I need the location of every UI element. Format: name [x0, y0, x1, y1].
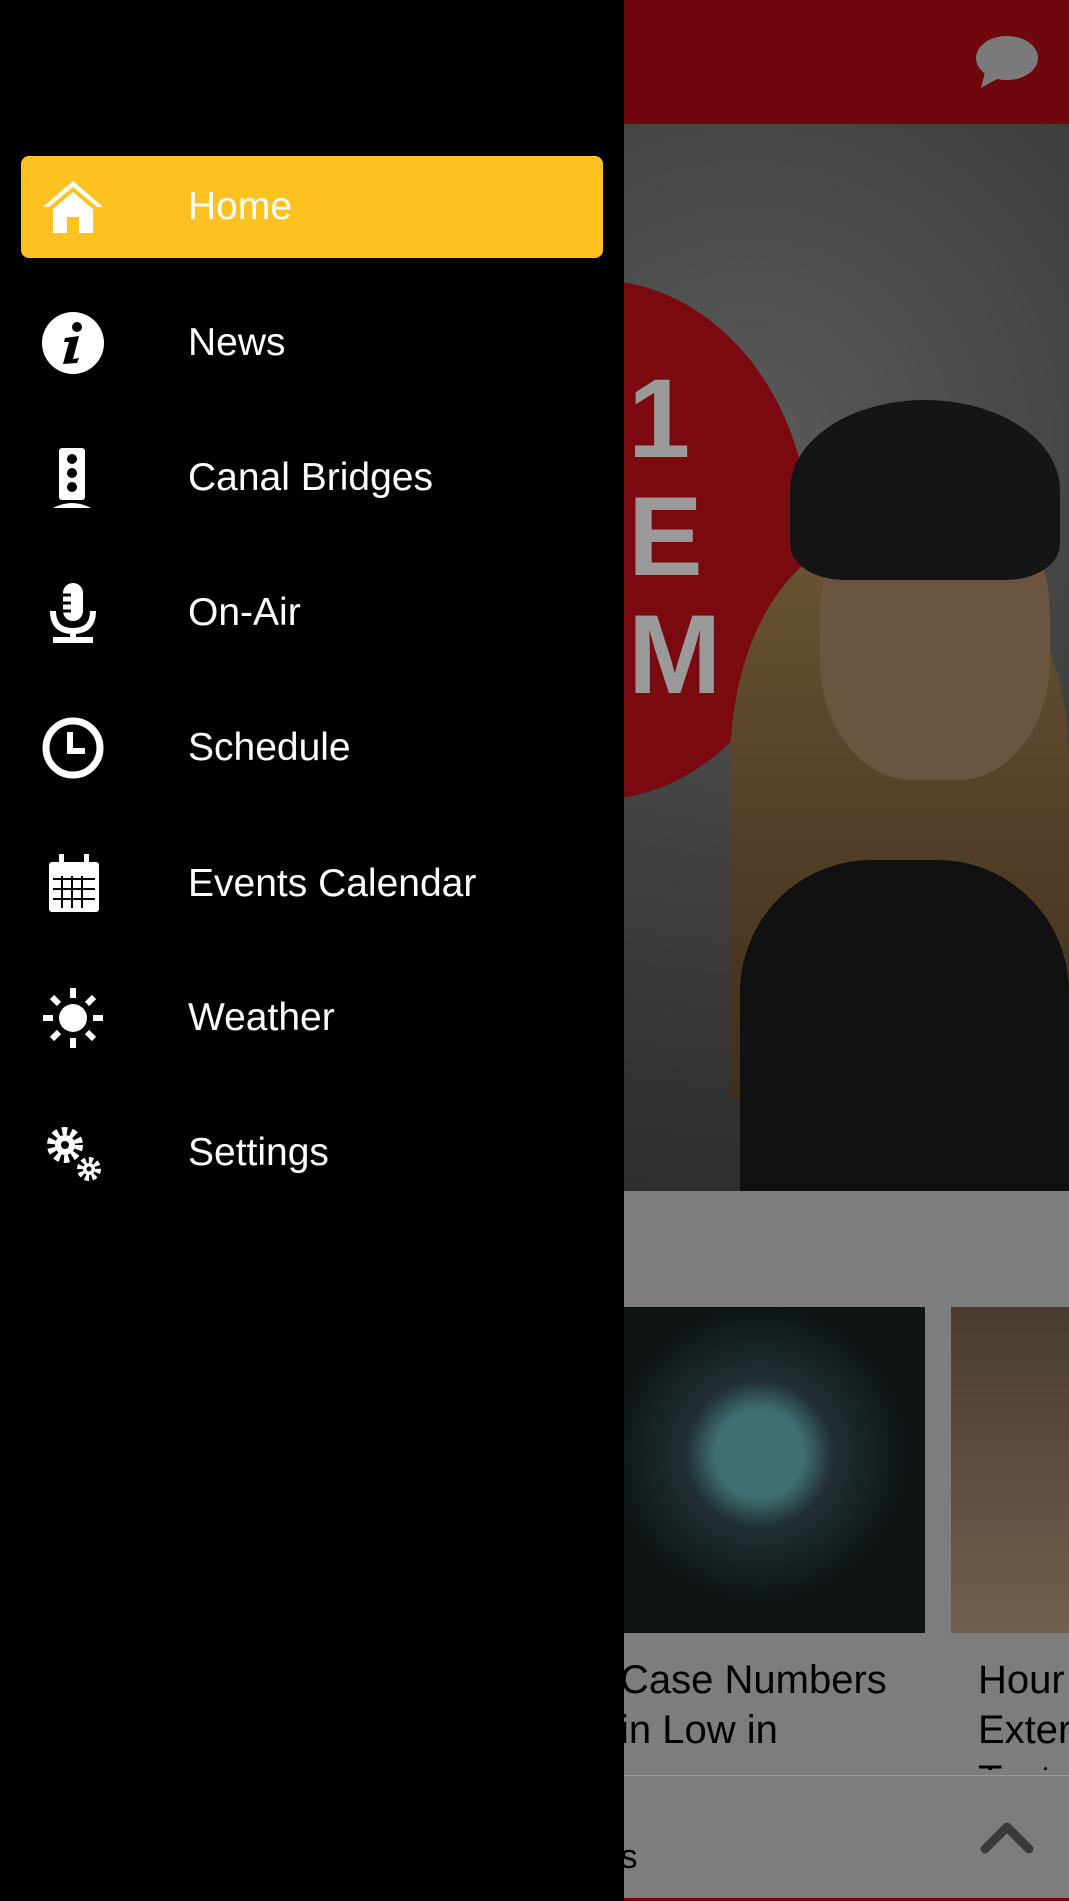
- drawer-item-canal-bridges[interactable]: Canal Bridges: [21, 427, 603, 529]
- sun-icon: [43, 988, 103, 1048]
- drawer-item-label: Weather: [188, 996, 335, 1039]
- drawer-item-settings[interactable]: Settings: [21, 1102, 603, 1204]
- drawer-item-label: News: [188, 321, 286, 364]
- calendar-icon: [49, 854, 99, 912]
- drawer-item-label: On-Air: [188, 591, 301, 634]
- drawer-item-events-calendar[interactable]: Events Calendar: [21, 833, 603, 935]
- traffic-light-icon: [53, 448, 91, 508]
- drawer-item-schedule[interactable]: Schedule: [21, 697, 603, 799]
- chevron-up-icon[interactable]: [980, 1820, 1034, 1854]
- news-card-image[interactable]: [951, 1307, 1069, 1633]
- navigation-drawer: Home News Canal Bridges On-Air Schedule …: [0, 0, 624, 1901]
- news-card-image[interactable]: [624, 1307, 925, 1633]
- drawer-item-home[interactable]: Home: [21, 156, 603, 258]
- drawer-item-label: Events Calendar: [188, 862, 477, 905]
- drawer-item-label: Schedule: [188, 726, 351, 769]
- hero-image-body: [740, 860, 1069, 1191]
- drawer-item-label: Settings: [188, 1131, 329, 1174]
- news-card-title[interactable]: Hour Exter Test: [978, 1655, 1069, 1770]
- drawer-item-weather[interactable]: Weather: [21, 967, 603, 1069]
- drawer-item-label: Home: [188, 185, 293, 228]
- news-card-title[interactable]: Case Numbers in Low in: [620, 1655, 920, 1755]
- chat-bubble-icon[interactable]: [975, 34, 1039, 90]
- drawer-item-on-air[interactable]: On-Air: [21, 562, 603, 664]
- hero-image-hat: [790, 400, 1060, 580]
- gears-icon: [47, 1127, 101, 1181]
- logo-letters: 1 E M: [628, 356, 722, 717]
- home-icon: [43, 181, 103, 233]
- microphone-icon: [50, 583, 96, 643]
- drawer-item-label: Canal Bridges: [188, 456, 433, 499]
- drawer-item-news[interactable]: News: [21, 292, 603, 394]
- info-icon: [42, 312, 104, 374]
- clock-icon: [42, 717, 104, 779]
